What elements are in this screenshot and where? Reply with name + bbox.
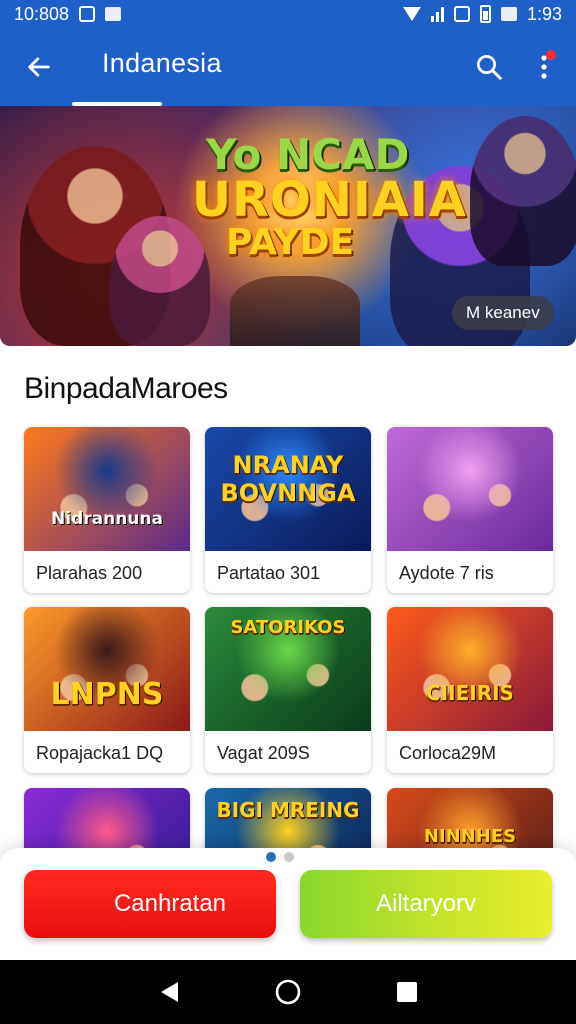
pager-dot[interactable]	[266, 852, 276, 862]
game-card-art-title: LNPNS	[50, 677, 164, 712]
game-card-caption: Vagat 209S	[217, 743, 310, 763]
status-clock-right: 1:93	[526, 3, 562, 24]
notification-icon	[79, 6, 96, 22]
status-time: 10:808	[14, 3, 70, 24]
hero-tag-badge[interactable]: M keanev	[452, 296, 554, 330]
section-title: BinpadaMaroes	[24, 372, 228, 405]
game-card-caption: Plarahas 200	[36, 563, 143, 583]
data-icon	[453, 6, 470, 22]
hero-character-far-right	[470, 116, 576, 266]
search-button[interactable]	[470, 48, 508, 86]
system-navigation-bar	[0, 960, 576, 1024]
hero-crowd	[230, 276, 360, 346]
status-right: 1:93	[402, 3, 562, 25]
battery-icon	[479, 5, 491, 23]
game-card-art: Nidrannuna	[24, 427, 190, 551]
status-bar: 10:808 1:93	[0, 0, 576, 28]
screenshot-icon	[105, 7, 122, 21]
wifi-icon	[402, 7, 421, 21]
game-card-art: SATORIKOS	[205, 607, 371, 731]
pager-dot[interactable]	[284, 852, 294, 862]
nav-recents-button[interactable]	[385, 970, 429, 1014]
signal-icon	[430, 6, 444, 22]
search-icon	[477, 55, 502, 80]
game-card[interactable]: Aydote 7 ris	[387, 427, 553, 593]
game-card[interactable]: NRANAY BOVNNGA Partatao 301	[205, 427, 371, 593]
nav-home-button[interactable]	[266, 970, 310, 1014]
notification-badge	[546, 50, 556, 60]
status-left: 10:808	[14, 3, 122, 25]
nav-back-button[interactable]	[147, 970, 191, 1014]
app-bar: Indanesia	[0, 28, 576, 106]
sim-icon	[500, 7, 517, 21]
game-card[interactable]: CIIEIRIS Corloca29M	[387, 607, 553, 773]
back-triangle-icon	[161, 982, 179, 1002]
game-card-caption: Partatao 301	[217, 563, 321, 583]
game-card-caption: Ropajacka1 DQ	[36, 743, 164, 763]
game-card-caption: Aydote 7 ris	[399, 563, 494, 583]
page-title: Indanesia	[102, 48, 222, 78]
game-card[interactable]: Nidrannuna Plarahas 200	[24, 427, 190, 593]
game-card-art	[387, 427, 553, 551]
game-card-caption: Corloca29M	[399, 743, 497, 763]
game-card-art-title: NINNHES	[423, 826, 517, 847]
hero-character-mid-left	[110, 216, 210, 346]
game-card-art: LNPNS	[24, 607, 190, 731]
app-screen: 10:808 1:93 Indanesia Yo NCAD URONIAIA P…	[0, 0, 576, 1024]
game-card[interactable]: LNPNS Ropajacka1 DQ	[24, 607, 190, 773]
game-card-art-title: BIGI MREING	[216, 798, 360, 822]
game-card-art: NRANAY BOVNNGA	[205, 427, 371, 551]
secondary-action-button[interactable]: Ailtaryorv	[300, 870, 552, 938]
game-card-art-title: Nidrannuna	[51, 509, 163, 529]
recents-square-icon	[396, 982, 417, 1002]
primary-action-button[interactable]: Canhratan	[24, 870, 276, 938]
hero-title-line-2: URONIAIA	[192, 172, 467, 228]
hero-title-line-3: PAYDE	[226, 222, 355, 263]
game-card[interactable]: SATORIKOS Vagat 209S	[205, 607, 371, 773]
arrow-left-icon	[28, 57, 50, 77]
game-card-art: CIIEIRIS	[387, 607, 553, 731]
back-button[interactable]	[22, 50, 56, 84]
game-card-art-title: CIIEIRIS	[426, 681, 514, 705]
game-card-art-title: SATORIKOS	[230, 617, 346, 638]
pager-indicator	[266, 852, 294, 862]
game-card-art-title: NRANAY BOVNNGA	[220, 451, 356, 507]
home-circle-icon	[275, 979, 301, 1005]
